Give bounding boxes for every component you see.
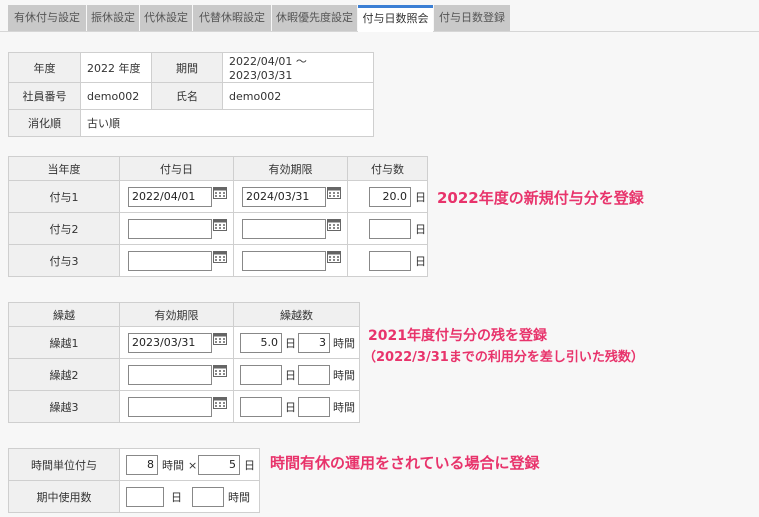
- grant-row-label: 付与3: [8, 244, 120, 277]
- carry-header-carry: 繰越: [8, 302, 120, 327]
- period-label: 期間: [151, 52, 223, 83]
- name-value: demo002: [222, 82, 374, 110]
- used-count-label: 期中使用数: [8, 480, 120, 513]
- grant-annotation: 2022年度の新規付与分を登録: [437, 189, 644, 207]
- expiry-date-input[interactable]: [242, 219, 326, 239]
- tab-grant-days-registration[interactable]: 付与日数登録: [434, 5, 510, 31]
- carry-annotation-line1: 2021年度付与分の残を登録: [368, 328, 547, 344]
- carry-row-label: 繰越2: [8, 358, 120, 391]
- unit-hour-label: 時間: [333, 337, 355, 350]
- carry-row: 繰越2 日 時間: [8, 358, 360, 391]
- tab-substitute-holiday-settings[interactable]: 振休設定: [87, 5, 139, 31]
- grant-count-input[interactable]: [369, 219, 411, 239]
- grant-header-expiry: 有効期限: [233, 156, 348, 181]
- consumption-order-label: 消化順: [8, 109, 81, 137]
- grant-row-label: 付与1: [8, 180, 120, 213]
- grant-date-input[interactable]: [128, 251, 212, 271]
- carry-days-input[interactable]: [240, 365, 282, 385]
- calendar-icon[interactable]: [213, 364, 227, 377]
- tab-grant-days-inquiry[interactable]: 付与日数照会: [358, 5, 433, 32]
- grant-table: 当年度 付与日 有効期限 付与数 付与1 2022/04/01 2024/03/…: [8, 156, 428, 277]
- carry-row-label: 繰越3: [8, 390, 120, 423]
- unit-day-label: 日: [415, 191, 426, 204]
- carry-row-label: 繰越1: [8, 326, 120, 359]
- hourly-grant-label: 時間単位付与: [8, 448, 120, 481]
- used-hours-input[interactable]: [192, 487, 224, 507]
- carry-hours-input[interactable]: 3: [298, 333, 330, 353]
- carry-expiry-input[interactable]: 2023/03/31: [128, 333, 212, 353]
- calendar-icon[interactable]: [327, 218, 341, 231]
- carry-annotation-line2: （2022/3/31までの利用分を差し引いた残数）: [363, 350, 644, 365]
- tab-leave-priority-settings[interactable]: 休暇優先度設定: [272, 5, 357, 31]
- unit-day-label: 日: [244, 459, 255, 472]
- calendar-icon[interactable]: [213, 218, 227, 231]
- calendar-icon[interactable]: [213, 332, 227, 345]
- calendar-icon[interactable]: [327, 250, 341, 263]
- grant-row: 付与3 日: [8, 244, 428, 277]
- hourly-days-input[interactable]: 5: [198, 455, 240, 475]
- carry-header-expiry: 有効期限: [119, 302, 234, 327]
- employee-number-value: demo002: [80, 82, 152, 110]
- grant-header-grant-date: 付与日: [119, 156, 234, 181]
- tab-compensatory-leave-settings[interactable]: 代休設定: [140, 5, 192, 31]
- employee-info-table: 年度 2022 年度 期間 2022/04/01 ～ 2023/03/31 社員…: [8, 52, 374, 137]
- expiry-date-input[interactable]: 2024/03/31: [242, 187, 326, 207]
- unit-hours-label: 時間: [162, 459, 184, 472]
- carry-header-carry-count: 繰越数: [233, 302, 360, 327]
- grant-header-count: 付与数: [347, 156, 428, 181]
- carry-row: 繰越1 2023/03/31 5.0 日 3 時間: [8, 326, 360, 359]
- unit-hour-label: 時間: [333, 369, 355, 382]
- grant-date-input[interactable]: 2022/04/01: [128, 187, 212, 207]
- year-value: 2022 年度: [80, 52, 152, 83]
- calendar-icon[interactable]: [213, 250, 227, 263]
- calendar-icon[interactable]: [213, 186, 227, 199]
- calendar-icon[interactable]: [327, 186, 341, 199]
- grant-row: 付与1 2022/04/01 2024/03/31 20.0 日: [8, 180, 428, 213]
- carry-over-table: 繰越 有効期限 繰越数 繰越1 2023/03/31 5.0 日 3 時間 繰越…: [8, 302, 360, 423]
- hourly-annotation: 時間有休の運用をされている場合に登録: [270, 454, 540, 472]
- hourly-leave-table: 時間単位付与 8 時間 × 5 日 期中使用数 日 時間: [8, 448, 260, 513]
- carry-expiry-input[interactable]: [128, 397, 212, 417]
- grant-count-input[interactable]: [369, 251, 411, 271]
- used-days-input[interactable]: [126, 487, 164, 507]
- calendar-icon[interactable]: [213, 396, 227, 409]
- times-sign: ×: [188, 459, 198, 472]
- unit-hour-label: 時間: [333, 401, 355, 414]
- tab-paid-leave-grant-settings[interactable]: 有休付与設定: [8, 5, 86, 31]
- grant-count-input[interactable]: 20.0: [369, 187, 411, 207]
- carry-hours-input[interactable]: [298, 397, 330, 417]
- unit-day-label: 日: [285, 369, 296, 382]
- carry-expiry-input[interactable]: [128, 365, 212, 385]
- carry-hours-input[interactable]: [298, 365, 330, 385]
- tab-alternative-leave-settings[interactable]: 代替休暇設定: [193, 5, 271, 31]
- unit-hours-label: 時間: [228, 491, 250, 504]
- year-label: 年度: [8, 52, 81, 83]
- grant-row-label: 付与2: [8, 212, 120, 245]
- unit-day-label: 日: [415, 255, 426, 268]
- unit-day-label: 日: [415, 223, 426, 236]
- carry-days-input[interactable]: [240, 397, 282, 417]
- hours-per-day-input[interactable]: 8: [126, 455, 158, 475]
- carry-days-input[interactable]: 5.0: [240, 333, 282, 353]
- name-label: 氏名: [151, 82, 223, 110]
- grant-header-current-year: 当年度: [8, 156, 120, 181]
- tab-bar: 有休付与設定 振休設定 代休設定 代替休暇設定 休暇優先度設定 付与日数照会 付…: [0, 0, 759, 32]
- grant-date-input[interactable]: [128, 219, 212, 239]
- unit-day-label: 日: [171, 491, 182, 504]
- unit-day-label: 日: [285, 401, 296, 414]
- unit-day-label: 日: [285, 337, 296, 350]
- consumption-order-value: 古い順: [80, 109, 374, 137]
- grant-row: 付与2 日: [8, 212, 428, 245]
- carry-row: 繰越3 日 時間: [8, 390, 360, 423]
- employee-number-label: 社員番号: [8, 82, 81, 110]
- period-value: 2022/04/01 ～ 2023/03/31: [222, 52, 374, 83]
- expiry-date-input[interactable]: [242, 251, 326, 271]
